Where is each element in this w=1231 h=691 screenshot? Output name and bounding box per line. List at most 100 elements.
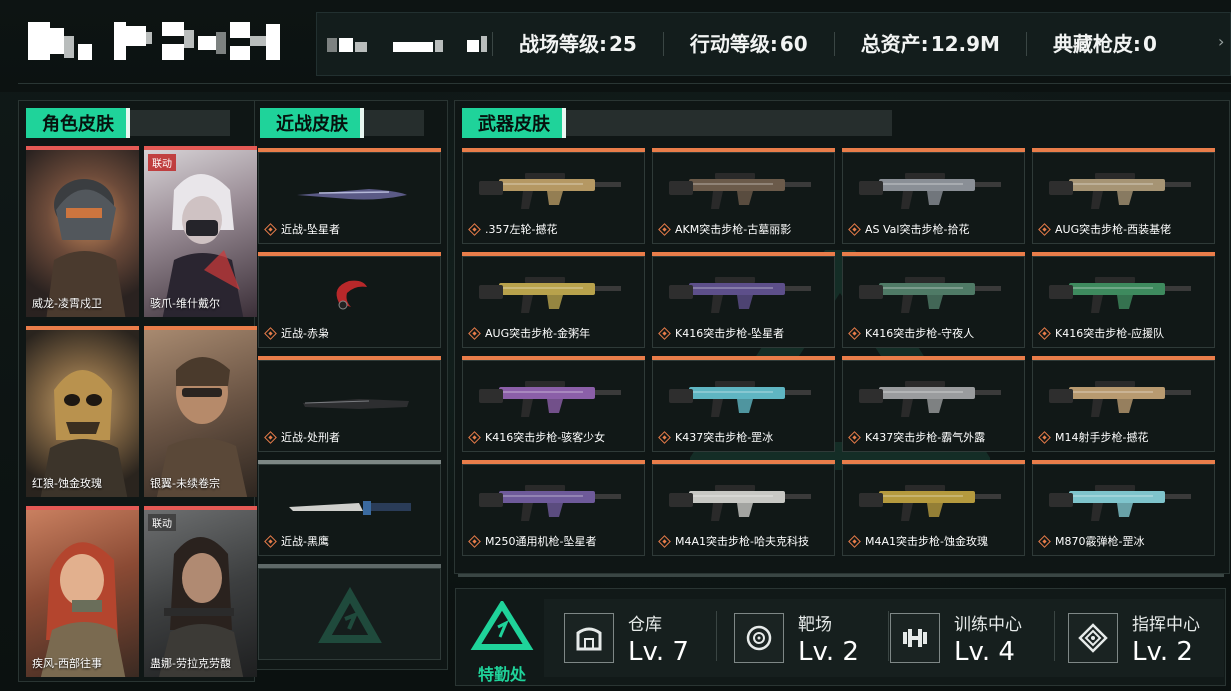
facility-command-center[interactable]: 指挥中心 Lv. 2 (1068, 601, 1200, 675)
stat-collection-skins: 典藏枪皮: 0 (1025, 32, 1183, 56)
rarity-icon (848, 326, 861, 340)
weapon-skin-tab[interactable]: 武器皮肤 (462, 108, 892, 138)
stat-battlefield-level: 战场等级: 25 (492, 32, 663, 56)
melee-skin-title: 近战皮肤 (260, 108, 364, 138)
character-card[interactable]: 疾风-西部往事 (26, 506, 139, 677)
weapon-image (479, 173, 621, 209)
weapon-item[interactable]: K416突击步枪-坠星者 (652, 252, 835, 348)
item-name: K437突击步枪-霸气外露 (865, 431, 986, 444)
weapon-item[interactable]: AKM突击步枪-古墓丽影 (652, 148, 835, 244)
facility-range[interactable]: 靶场 Lv. 2 (734, 601, 859, 675)
character-card[interactable]: 联动 蛊娜-劳拉克劳馥 (144, 506, 257, 677)
melee-item[interactable]: 近战-黑鹰 (258, 460, 441, 556)
weapon-image (479, 277, 621, 313)
item-name: M4A1突击步枪-哈夫克科技 (675, 535, 809, 548)
weapon-image (479, 485, 621, 521)
character-card[interactable]: 银翼-未续卷宗 (144, 326, 257, 497)
item-name: .357左轮-撼花 (485, 223, 558, 236)
rarity-icon (264, 222, 277, 236)
player-name-masked (24, 22, 294, 64)
character-skin-tab[interactable]: 角色皮肤 (26, 108, 230, 138)
item-name: 近战-处刑者 (281, 431, 340, 444)
item-name: 近战-坠星者 (281, 223, 340, 236)
rarity-icon (1038, 430, 1051, 444)
melee-item[interactable]: 近战-处刑者 (258, 356, 441, 452)
header: 战场等级: 25 行动等级: 60 总资产: 12.9M 典藏枪皮: 0 › (0, 0, 1231, 92)
weapon-image (669, 173, 811, 209)
hq-title: 特勤处 (477, 665, 526, 684)
weapon-item[interactable]: K437突击步枪-罡冰 (652, 356, 835, 452)
weapon-image (669, 485, 811, 521)
hq-triangle-icon (470, 599, 534, 650)
character-name: 蛊娜-劳拉克劳馥 (150, 657, 231, 670)
vault-icon (564, 613, 614, 663)
stats-bar: 战场等级: 25 行动等级: 60 总资产: 12.9M 典藏枪皮: 0 (316, 12, 1231, 76)
rarity-icon (1038, 326, 1051, 340)
facility-level: Lv. 7 (628, 636, 689, 667)
weapon-item[interactable]: M4A1突击步枪-蚀金玫瑰 (842, 460, 1025, 556)
facility-name: 仓库 (628, 614, 662, 635)
target-icon (734, 613, 784, 663)
rarity-icon (848, 222, 861, 236)
weapon-image (669, 277, 811, 313)
character-name: 骇爪-维什戴尔 (150, 297, 220, 310)
rarity-icon (468, 430, 481, 444)
chevron-right-icon[interactable]: › (1218, 32, 1224, 51)
weapon-item[interactable]: K437突击步枪-霸气外露 (842, 356, 1025, 452)
item-name: AUG突击步枪-金粥年 (485, 327, 591, 340)
weapon-image (1049, 381, 1191, 417)
collab-badge: 联动 (148, 154, 176, 171)
facility-level: Lv. 2 (798, 636, 859, 667)
dumbbell-icon (890, 613, 940, 663)
weapon-item[interactable]: M4A1突击步枪-哈夫克科技 (652, 460, 835, 556)
melee-item[interactable]: 近战-坠星者 (258, 148, 441, 244)
item-name: K416突击步枪-应援队 (1055, 327, 1165, 340)
item-name: K416突击步枪-守夜人 (865, 327, 975, 340)
item-name: K416突击步枪-坠星者 (675, 327, 785, 340)
character-card[interactable]: 联动 骇爪-维什戴尔 (144, 146, 257, 317)
weapon-skin-title: 武器皮肤 (462, 108, 566, 138)
rarity-icon (264, 430, 277, 444)
weapon-item[interactable]: K416突击步枪-骇客少女 (462, 356, 645, 452)
hq-logo[interactable]: 特勤处 (470, 599, 534, 684)
rarity-icon (264, 326, 277, 340)
hq-bar: 特勤处 仓库 Lv. 7 靶场 Lv. 2 训练中心 Lv. 4 指挥中心 Lv. 2 (455, 588, 1226, 686)
item-name: AKM突击步枪-古墓丽影 (675, 223, 792, 236)
character-card[interactable]: 威龙-凌霄戍卫 (26, 146, 139, 317)
melee-skin-tab[interactable]: 近战皮肤 (260, 108, 424, 138)
weapon-item[interactable]: .357左轮-撼花 (462, 148, 645, 244)
scroll-indicator[interactable] (458, 574, 1224, 577)
item-name: K437突击步枪-罡冰 (675, 431, 774, 444)
weapon-item[interactable]: AUG突击步枪-西装基佬 (1032, 148, 1215, 244)
weapon-item[interactable]: M870霰弹枪-罡冰 (1032, 460, 1215, 556)
item-name: 近战-黑鹰 (281, 535, 329, 548)
weapon-item[interactable]: K416突击步枪-守夜人 (842, 252, 1025, 348)
item-name: 近战-赤枭 (281, 327, 329, 340)
weapon-item[interactable]: M250通用机枪-坠星者 (462, 460, 645, 556)
character-name: 威龙-凌霄戍卫 (32, 297, 102, 310)
item-name: K416突击步枪-骇客少女 (485, 431, 606, 444)
weapon-image (859, 485, 1001, 521)
character-name: 疾风-西部往事 (32, 657, 102, 670)
melee-item[interactable]: 近战-赤枭 (258, 252, 441, 348)
rarity-icon (658, 430, 671, 444)
weapon-item[interactable]: M14射手步枪-撼花 (1032, 356, 1215, 452)
rarity-icon (658, 534, 671, 548)
weapon-image (859, 277, 1001, 313)
facility-level: Lv. 4 (954, 636, 1015, 667)
item-name: M4A1突击步枪-蚀金玫瑰 (865, 535, 988, 548)
facility-training-center[interactable]: 训练中心 Lv. 4 (890, 601, 1022, 675)
character-name: 银翼-未续卷宗 (150, 477, 220, 490)
facility-level: Lv. 2 (1132, 636, 1193, 667)
facility-vault[interactable]: 仓库 Lv. 7 (564, 601, 689, 675)
item-name: M14射手步枪-撼花 (1055, 431, 1149, 444)
weapon-item[interactable]: AS Val突击步枪-拾花 (842, 148, 1025, 244)
rarity-icon (658, 326, 671, 340)
rarity-icon (468, 326, 481, 340)
character-card[interactable]: 红狼-蚀金玫瑰 (26, 326, 139, 497)
rarity-icon (468, 534, 481, 548)
weapon-item[interactable]: K416突击步枪-应援队 (1032, 252, 1215, 348)
character-skin-title: 角色皮肤 (26, 108, 130, 138)
weapon-item[interactable]: AUG突击步枪-金粥年 (462, 252, 645, 348)
weapon-image (669, 381, 811, 417)
